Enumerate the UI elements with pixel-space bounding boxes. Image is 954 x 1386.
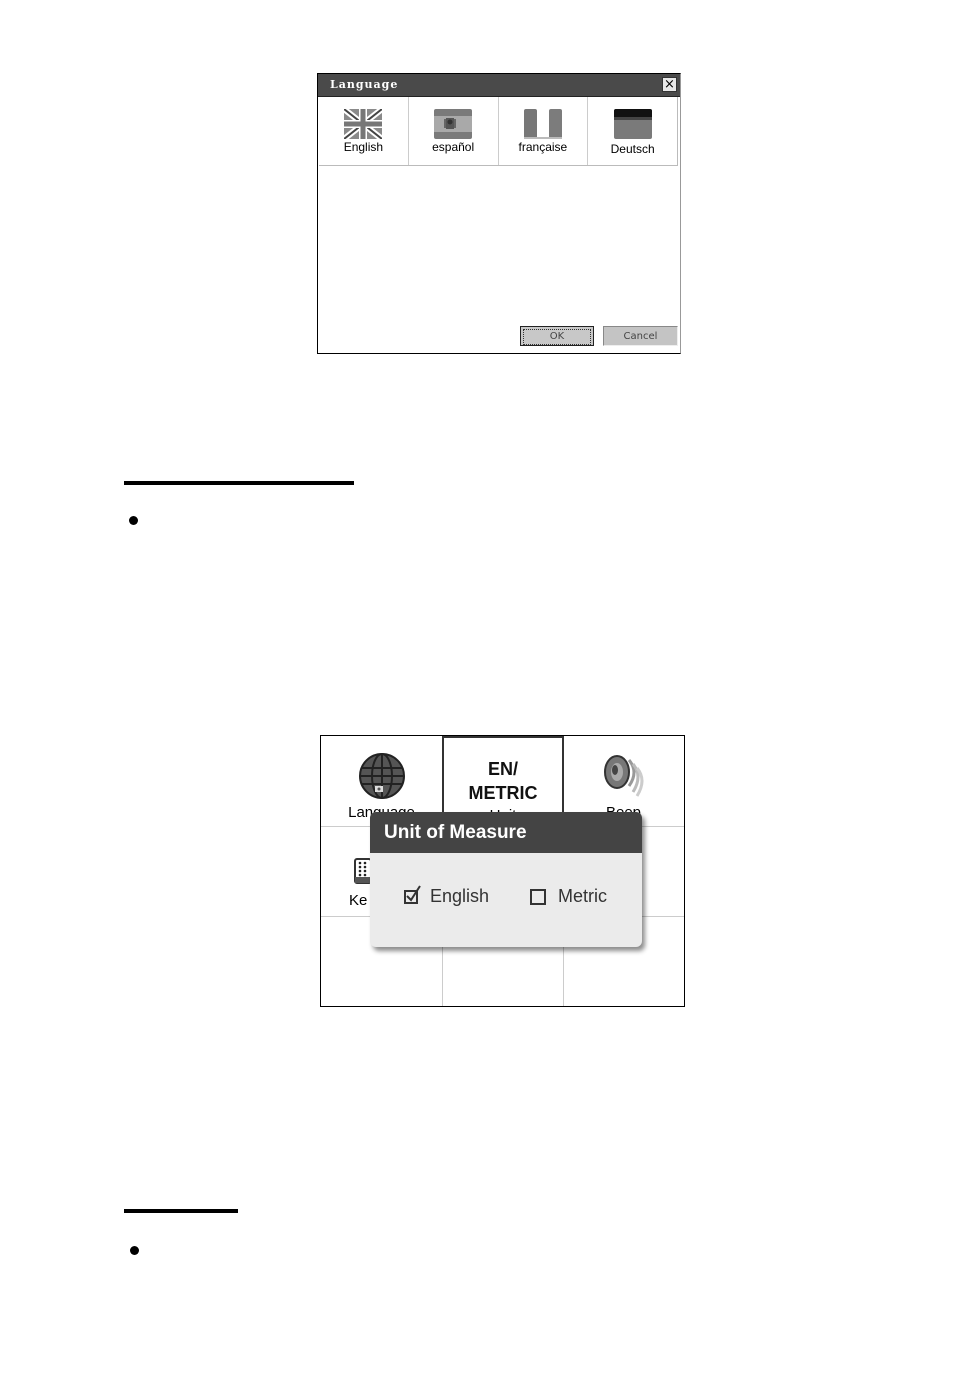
language-label: español — [432, 140, 475, 154]
bullet-point — [130, 1246, 139, 1255]
language-label: Deutsch — [610, 142, 655, 156]
language-option-german[interactable]: Deutsch — [588, 97, 677, 165]
language-label: française — [518, 140, 568, 154]
spain-flag-icon — [434, 109, 473, 139]
checkbox-unchecked-icon[interactable] — [530, 888, 546, 905]
speaker-icon — [599, 750, 649, 800]
section-heading-underline — [124, 1209, 238, 1213]
cancel-button[interactable]: Cancel — [603, 326, 678, 346]
language-option-spanish[interactable]: español — [409, 97, 499, 165]
ok-button[interactable]: OK — [520, 326, 594, 346]
language-dialog: Language × English español française Deu… — [317, 73, 681, 354]
option-label: Metric — [558, 886, 607, 906]
dialog-title: Language — [330, 78, 399, 91]
globe-icon — [358, 752, 406, 800]
popup-title: Unit of Measure — [370, 812, 642, 853]
checkbox-checked-icon[interactable] — [404, 884, 421, 904]
option-label: English — [430, 886, 490, 906]
language-option-french[interactable]: française — [499, 97, 589, 165]
bullet-point — [129, 516, 138, 525]
section-heading-underline — [124, 481, 354, 485]
unit-option-english[interactable]: English — [404, 884, 490, 907]
tile-label: Ke — [349, 892, 368, 909]
unit-icon-line2: METRIC — [468, 783, 538, 803]
language-options: English español française Deutsch — [319, 97, 678, 166]
unit-of-measure-popup: Unit of Measure English Metric — [370, 812, 642, 947]
ok-button-label: OK — [523, 329, 591, 345]
germany-flag-icon — [613, 109, 652, 139]
language-label: English — [343, 140, 384, 154]
uk-flag-icon — [344, 109, 383, 139]
close-icon[interactable]: × — [662, 77, 677, 92]
dialog-title-bar: Language × — [318, 74, 680, 97]
unit-icon-line1: EN/ — [487, 759, 518, 779]
france-flag-icon — [523, 109, 562, 139]
language-option-english[interactable]: English — [319, 97, 409, 165]
unit-option-metric[interactable]: Metric — [530, 886, 607, 907]
